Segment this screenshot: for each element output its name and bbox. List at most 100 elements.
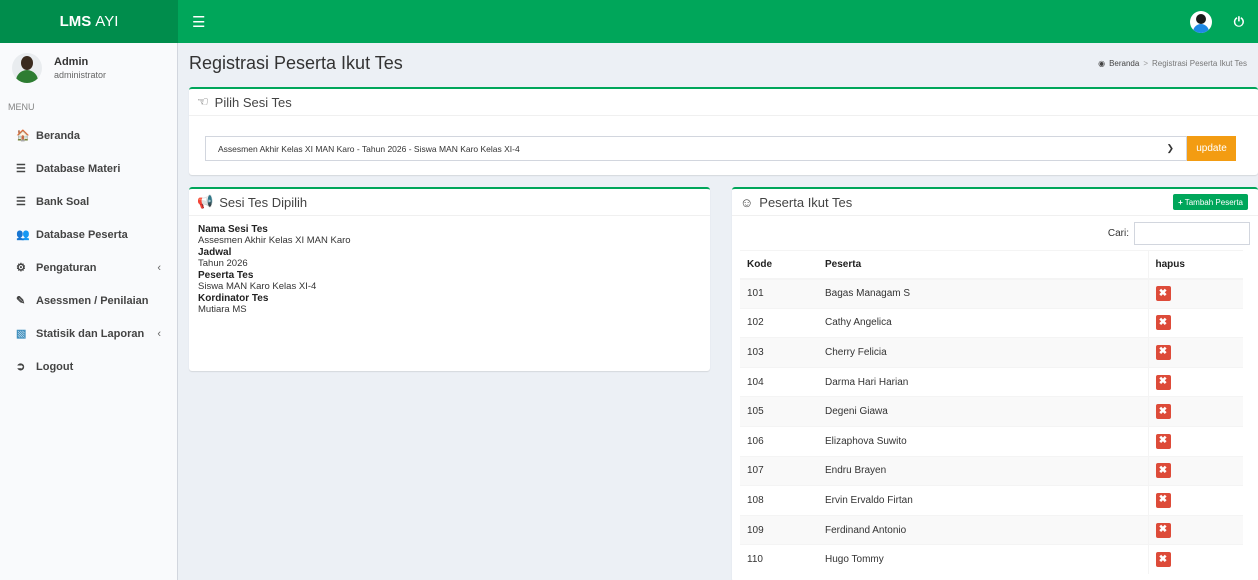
add-peserta-label: Tambah Peserta — [1184, 197, 1243, 207]
delete-button[interactable]: ✖ — [1155, 404, 1171, 420]
brand-bold: LMS — [59, 13, 92, 30]
sidebar-item-statistik[interactable]: ▧ Statisik dan Laporan ‹ — [0, 317, 177, 350]
sidebar-item-label: Beranda — [36, 129, 81, 142]
menu-header: MENU — [8, 102, 35, 112]
edit-icon: ✎ — [16, 295, 26, 307]
sidebar-item-label: Logout — [36, 360, 74, 373]
cell-kode: 110 — [740, 544, 818, 575]
sidebar-item-logout[interactable]: ➲ Logout — [0, 350, 177, 383]
logout-icon: ➲ — [16, 361, 26, 373]
sidebar-item-bank-soal[interactable]: ☰ Bank Soal — [0, 185, 177, 218]
content-header: Registrasi Peserta Ikut Tes ◉ Beranda > … — [178, 43, 1258, 83]
top-navbar: LMS AYI ☰ ⏻ — [0, 0, 1258, 43]
delete-button[interactable]: ✖ — [1155, 374, 1171, 390]
breadcrumb-current: Registrasi Peserta Ikut Tes — [1151, 58, 1247, 68]
delete-button[interactable]: ✖ — [1155, 315, 1171, 331]
delete-button[interactable]: ✖ — [1155, 344, 1171, 360]
cell-hapus: ✖ — [1147, 425, 1243, 457]
cell-peserta: Bagas Managam S — [818, 278, 1148, 309]
pilih-sesi-box: ☜ Pilih Sesi Tes Assesmen Akhir Kelas XI… — [189, 87, 1258, 175]
cell-peserta: Ferdinand Antonio — [818, 514, 1148, 545]
cell-kode: 103 — [740, 337, 818, 368]
user-panel: Admin administrator — [0, 43, 177, 93]
database-icon: ☰ — [16, 196, 26, 208]
update-button[interactable]: update — [1187, 136, 1236, 161]
chevron-left-icon: ‹ — [157, 261, 161, 274]
info-value: Siswa MAN Karo Kelas XI-4 — [198, 281, 317, 292]
cell-hapus: ✖ — [1147, 455, 1243, 486]
page-title: Registrasi Peserta Ikut Tes — [189, 52, 403, 73]
cell-hapus: ✖ — [1147, 544, 1243, 575]
sidebar-item-database-materi[interactable]: ☰ Database Materi — [0, 152, 177, 185]
box-header: ☜ Pilih Sesi Tes — [189, 89, 1258, 116]
column-header-kode[interactable]: Kode — [740, 250, 818, 280]
cell-peserta: Endru Brayen — [818, 455, 1148, 486]
menu-toggle-icon[interactable]: ☰ — [192, 13, 205, 31]
hand-pointer-icon: ☜ — [197, 94, 209, 109]
cell-hapus: ✖ — [1147, 396, 1243, 427]
info-label: Peserta Tes — [198, 270, 254, 281]
peserta-box: ☺ Peserta Ikut Tes + Tambah Peserta Cari… — [732, 187, 1258, 580]
sidebar-item-asessmen[interactable]: ✎ Asessmen / Penilaian — [0, 284, 177, 317]
cell-hapus: ✖ — [1147, 366, 1243, 397]
cell-peserta: Darma Hari Harian — [818, 366, 1148, 397]
delete-button[interactable]: ✖ — [1155, 433, 1171, 449]
breadcrumb-home[interactable]: Beranda — [1109, 59, 1139, 68]
sidebar: Admin administrator MENU 🏠 Beranda ☰ Dat… — [0, 43, 178, 580]
box-header: ☺ Peserta Ikut Tes + Tambah Peserta — [732, 189, 1258, 216]
cell-peserta: Cathy Angelica — [818, 307, 1148, 338]
brand-light: AYI — [95, 13, 119, 30]
sidebar-item-label: Database Peserta — [36, 228, 128, 241]
delete-button[interactable]: ✖ — [1155, 286, 1171, 302]
close-icon: ✖ — [1158, 524, 1168, 536]
sesi-select[interactable]: Assesmen Akhir Kelas XI MAN Karo - Tahun… — [205, 136, 1187, 161]
table-row: 110 Hugo Tommy ✖ — [740, 544, 1243, 575]
box-title: Sesi Tes Dipilih — [219, 194, 308, 210]
table-row: 101 Bagas Managam S ✖ — [740, 278, 1243, 309]
close-icon: ✖ — [1158, 494, 1168, 506]
sidebar-item-label: Bank Soal — [36, 195, 90, 208]
table-row: 109 Ferdinand Antonio ✖ — [740, 514, 1243, 545]
cell-kode: 109 — [740, 514, 818, 545]
cell-peserta: Degeni Giawa — [818, 396, 1148, 427]
column-header-peserta[interactable]: Peserta — [818, 250, 1148, 280]
sidebar-item-label: Pengaturan — [36, 261, 97, 274]
bar-chart-icon: ▧ — [16, 328, 27, 340]
close-icon: ✖ — [1158, 316, 1168, 328]
info-value: Assesmen Akhir Kelas XI MAN Karo — [198, 235, 351, 246]
user-icon: ☺ — [740, 194, 754, 210]
column-header-hapus[interactable]: hapus — [1147, 250, 1243, 280]
database-icon: ☰ — [16, 163, 26, 175]
cell-peserta: Cherry Felicia — [818, 337, 1148, 368]
delete-button[interactable]: ✖ — [1155, 463, 1171, 479]
cell-kode: 105 — [740, 396, 818, 427]
delete-button[interactable]: ✖ — [1155, 552, 1171, 568]
cell-hapus: ✖ — [1147, 278, 1243, 309]
brand-logo[interactable]: LMS AYI — [0, 0, 178, 43]
cell-kode: 104 — [740, 366, 818, 397]
chevron-left-icon: ‹ — [157, 327, 161, 340]
table-row: 102 Cathy Angelica ✖ — [740, 307, 1243, 338]
cell-kode: 102 — [740, 307, 818, 338]
cell-peserta: Ervin Ervaldo Firtan — [818, 485, 1148, 516]
add-peserta-button[interactable]: + Tambah Peserta — [1173, 194, 1248, 210]
delete-button[interactable]: ✖ — [1155, 522, 1171, 538]
search-input[interactable] — [1134, 221, 1250, 245]
chevron-down-icon: ❯ — [1166, 143, 1174, 153]
close-icon: ✖ — [1158, 346, 1168, 358]
sidebar-item-beranda[interactable]: 🏠 Beranda — [0, 119, 177, 152]
close-icon: ✖ — [1158, 376, 1168, 388]
avatar — [12, 53, 42, 83]
box-title: Peserta Ikut Tes — [759, 194, 853, 210]
delete-button[interactable]: ✖ — [1155, 492, 1171, 508]
sidebar-item-label: Database Materi — [36, 162, 121, 175]
close-icon: ✖ — [1158, 464, 1168, 476]
sidebar-item-pengaturan[interactable]: ⚙ Pengaturan ‹ — [0, 251, 177, 284]
user-avatar-icon[interactable] — [1189, 10, 1212, 33]
power-icon[interactable]: ⏻ — [1234, 14, 1244, 30]
sidebar-item-database-peserta[interactable]: 👥 Database Peserta — [0, 218, 177, 251]
close-icon: ✖ — [1158, 405, 1168, 417]
breadcrumb-separator: > — [1143, 58, 1148, 68]
cell-peserta: Elizaphova Suwito — [818, 425, 1148, 457]
cell-hapus: ✖ — [1147, 514, 1243, 545]
